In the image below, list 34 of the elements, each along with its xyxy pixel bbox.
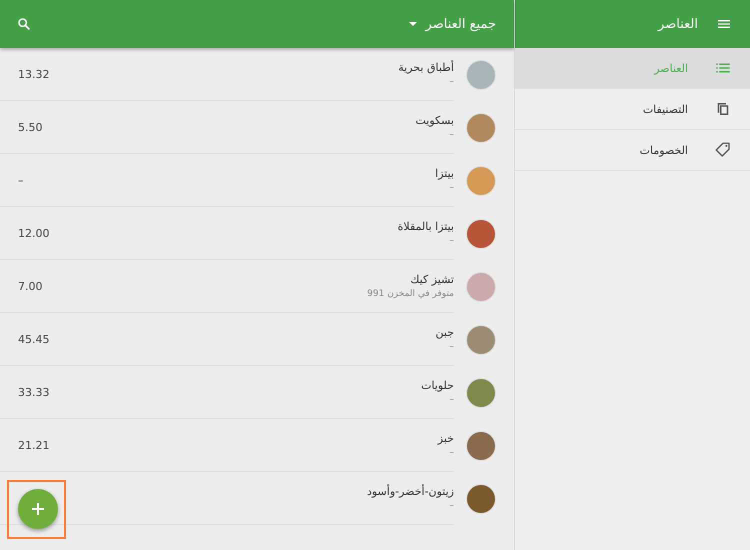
item-price: 13.32: [18, 68, 50, 80]
item-price: 45.45: [18, 332, 50, 346]
item-name: زيتون-أخضر-وأسود: [366, 485, 454, 498]
item-name: بيتزا بالمقلاة: [398, 220, 454, 233]
item-subtitle: –: [450, 183, 454, 193]
item-name: أطباق بحرية: [398, 61, 454, 74]
tag-icon: [714, 141, 732, 159]
item-price: 5.50: [18, 120, 42, 134]
item-name: بسكويت: [416, 114, 454, 127]
item-subtitle: –: [450, 236, 454, 246]
app-bar-title: العناصر: [658, 16, 698, 32]
item-name: تشيز كيك: [410, 273, 454, 286]
item-subtitle: –: [450, 342, 454, 352]
sidebar-item[interactable]: التصنيفات: [515, 89, 750, 130]
item-subtitle: –: [450, 77, 454, 87]
item-name: خبز: [438, 432, 454, 445]
item-subtitle: 991 متوفر في المخزن: [367, 289, 454, 299]
item-subtitle: –: [450, 501, 454, 511]
item-subtitle: –: [450, 395, 454, 405]
item-price: 12.00: [18, 226, 50, 240]
item-price: 33.33: [18, 386, 50, 398]
item-name: بيتزا: [435, 167, 454, 180]
item-price: 21.21: [18, 438, 50, 452]
caret-icon: [408, 19, 418, 29]
item-name: حلويات: [421, 379, 454, 392]
plus-icon: [31, 502, 45, 516]
item-price: 7.00: [18, 280, 42, 292]
item-subtitle: –: [450, 130, 454, 140]
sidebar-item[interactable]: الخصومات: [515, 130, 750, 171]
item-name: جبن: [436, 326, 454, 339]
item-price: –: [18, 174, 24, 186]
item-subtitle: –: [450, 448, 454, 458]
search-icon[interactable]: [16, 16, 32, 32]
highlight-frame: [7, 480, 66, 539]
